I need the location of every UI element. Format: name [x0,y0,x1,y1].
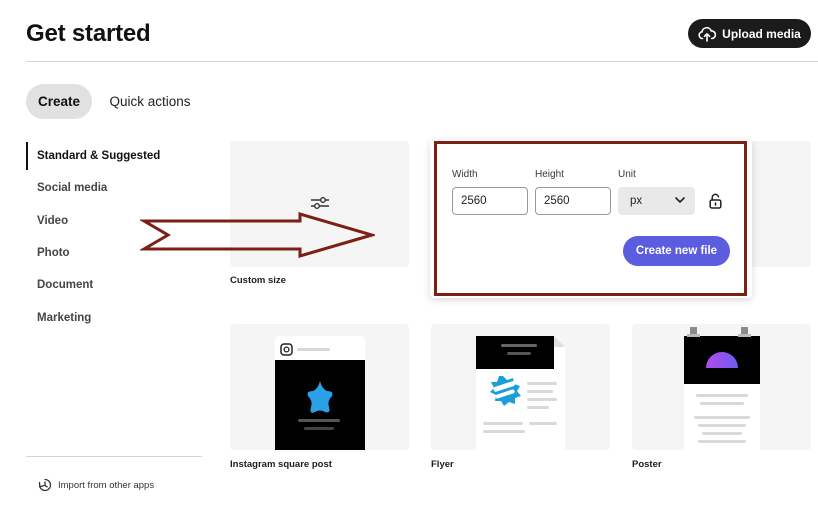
sidebar-item-standard-suggested[interactable]: Standard & Suggested [26,140,206,172]
unit-dropdown[interactable]: px [618,187,695,215]
height-label: Height [535,169,564,180]
poster-label: Poster [632,459,662,470]
instagram-square-post-card[interactable] [230,324,409,450]
tab-quick-actions[interactable]: Quick actions [100,84,200,119]
chevron-down-icon [675,197,685,203]
flyer-card[interactable] [431,324,610,450]
header-divider [26,61,818,62]
custom-size-label: Custom size [230,275,286,286]
cloud-upload-icon [698,26,717,42]
page-title: Get started [26,20,151,47]
sliders-icon [311,197,329,209]
upload-media-button[interactable]: Upload media [688,19,811,48]
unlock-icon[interactable] [709,193,722,209]
import-from-other-apps-link[interactable]: Import from other apps [38,478,154,492]
create-new-file-button[interactable]: Create new file [623,236,730,266]
arrow-annotation-icon [140,212,375,258]
sidebar-item-marketing[interactable]: Marketing [26,301,206,333]
import-icon [38,478,52,492]
sidebar-item-document[interactable]: Document [26,269,206,301]
height-input[interactable]: 2560 [535,187,611,215]
sidebar-divider [26,456,202,457]
instagram-post-thumbnail [275,336,365,450]
width-input[interactable]: 2560 [452,187,528,215]
poster-thumbnail [684,327,760,450]
poster-card[interactable] [632,324,811,450]
import-label: Import from other apps [58,479,155,491]
flyer-thumbnail [476,336,565,450]
instagram-square-post-label: Instagram square post [230,459,332,470]
unit-value: px [630,195,643,207]
width-label: Width [452,169,478,180]
unit-label: Unit [618,169,636,180]
tab-create[interactable]: Create [26,84,92,119]
suggested-card-partial[interactable] [751,141,811,267]
upload-media-label: Upload media [722,26,801,41]
sidebar-item-social-media[interactable]: Social media [26,172,206,204]
custom-size-popover: Width 2560 Height 2560 Unit px Create ne… [430,140,752,298]
flyer-label: Flyer [431,459,454,470]
